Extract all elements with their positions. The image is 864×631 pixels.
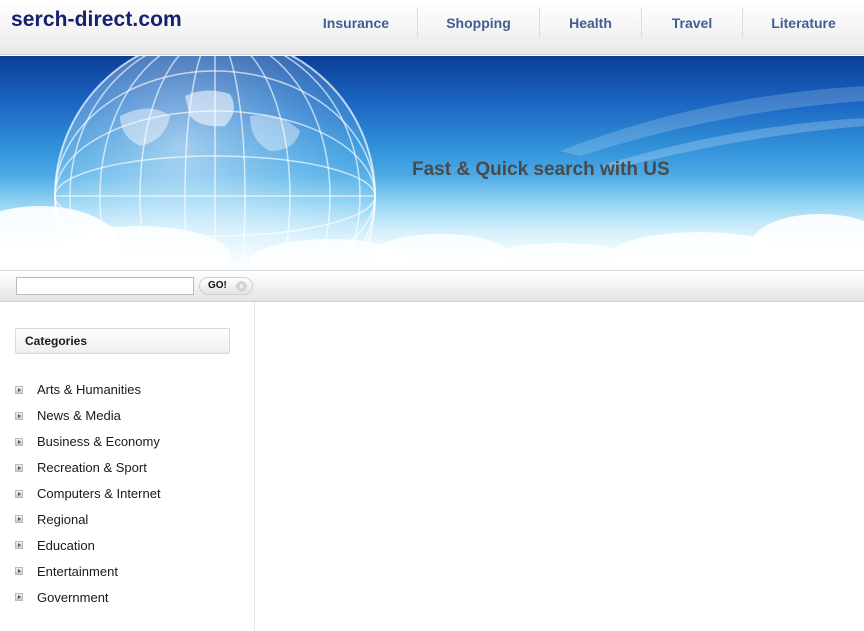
category-label: Recreation & Sport — [37, 460, 147, 476]
arrow-bullet-icon — [15, 437, 23, 446]
category-recreation-sport[interactable]: Recreation & Sport — [15, 455, 161, 481]
banner-tagline: Fast & Quick search with US — [412, 159, 670, 180]
arrow-bullet-icon — [15, 411, 23, 420]
site-header: serch-direct.com Insurance Shopping Heal… — [0, 0, 864, 55]
category-label: Arts & Humanities — [37, 382, 142, 398]
arrow-bullet-icon — [15, 593, 23, 602]
category-label: Computers & Internet — [37, 486, 161, 501]
nav-shopping[interactable]: Shopping — [417, 8, 539, 38]
category-news-media[interactable]: News & Media — [15, 403, 161, 429]
category-government[interactable]: Government — [15, 584, 161, 610]
sidebar: Categories Arts & Humanities News & Medi… — [0, 302, 255, 631]
category-label: Government — [37, 589, 109, 605]
category-label: Regional — [37, 511, 89, 527]
category-list: Arts & Humanities News & Media Business … — [15, 377, 161, 610]
category-label: Entertainment — [37, 563, 118, 579]
arrow-bullet-icon — [15, 541, 23, 550]
arrow-bullet-icon — [15, 489, 23, 498]
category-label: Business & Economy — [37, 434, 160, 450]
nav-travel[interactable]: Travel — [641, 8, 742, 38]
category-education[interactable]: Education — [15, 532, 161, 558]
hero-banner: Fast & Quick search with US — [0, 56, 864, 270]
category-business-economy[interactable]: Business & Economy — [15, 429, 161, 455]
top-nav: Insurance Shopping Health Travel Literat… — [295, 8, 864, 38]
arrow-bullet-icon — [15, 515, 23, 524]
go-button-label: GO! — [208, 280, 227, 291]
nav-health[interactable]: Health — [539, 8, 641, 38]
arrow-bullet-icon — [15, 385, 23, 394]
site-logo[interactable]: serch-direct.com — [11, 8, 182, 32]
arrow-bullet-icon — [15, 463, 23, 472]
category-arts-humanities[interactable]: Arts & Humanities — [15, 377, 161, 403]
nav-insurance[interactable]: Insurance — [295, 8, 417, 38]
go-button[interactable]: GO! × — [199, 277, 253, 295]
category-regional[interactable]: Regional — [15, 506, 161, 532]
arrow-bullet-icon — [15, 567, 23, 576]
category-entertainment[interactable]: Entertainment — [15, 558, 161, 584]
category-computers-internet[interactable]: Computers & Internet — [15, 481, 161, 507]
category-label: Education — [37, 537, 95, 553]
nav-literature[interactable]: Literature — [742, 8, 864, 38]
search-input[interactable] — [16, 277, 194, 295]
category-label: News & Media — [37, 408, 121, 424]
search-bar: GO! × — [0, 270, 864, 302]
close-circle-icon: × — [236, 281, 247, 292]
categories-header: Categories — [15, 328, 230, 354]
